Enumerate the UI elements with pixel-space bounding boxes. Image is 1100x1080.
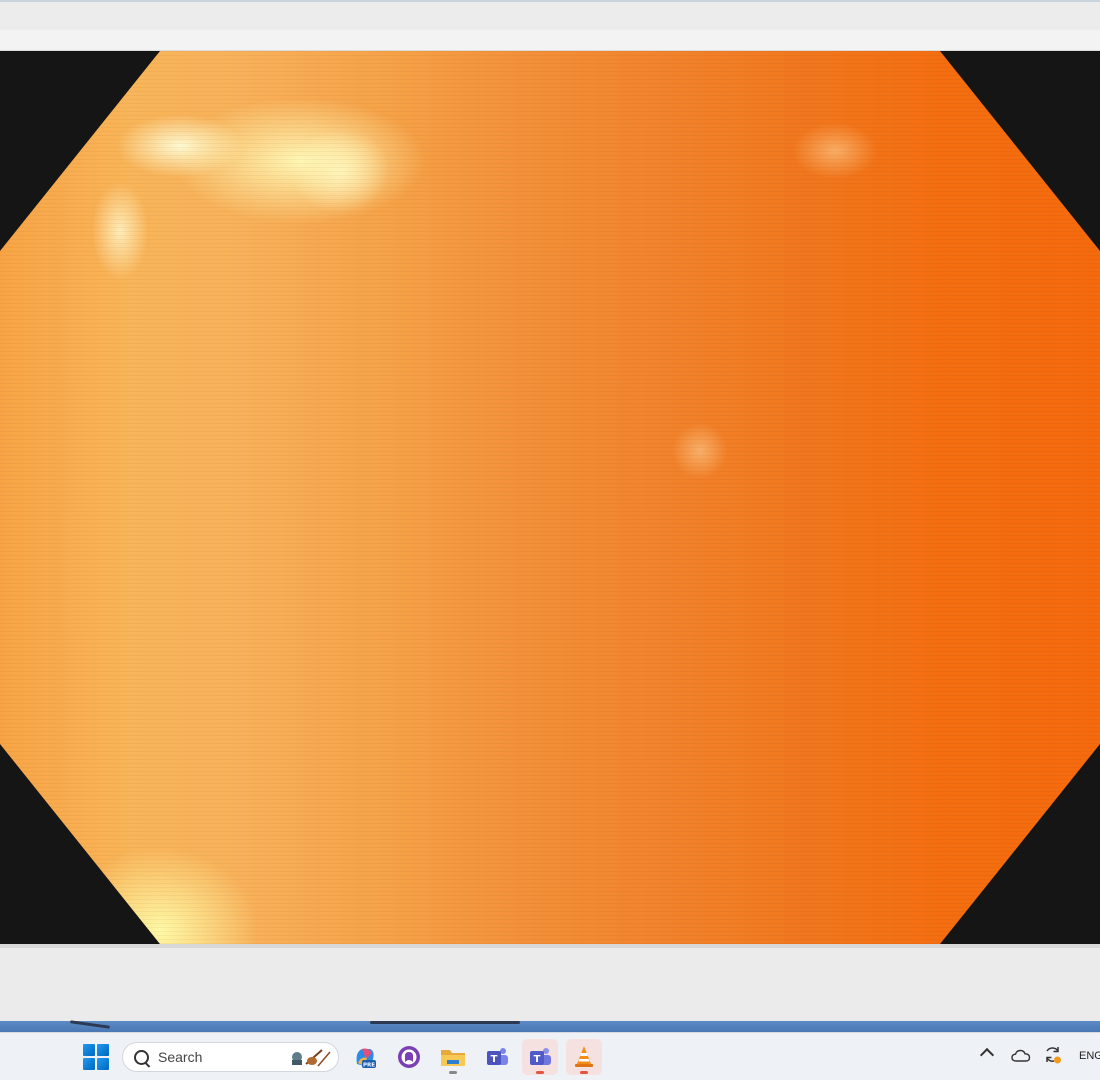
running-indicator (580, 1071, 588, 1074)
sync-icon[interactable] (1043, 1045, 1063, 1065)
taskbar-app-copilot[interactable]: PRE (347, 1039, 383, 1075)
desktop-wallpaper-strip (0, 1021, 1100, 1032)
windows-logo-icon (83, 1044, 95, 1056)
windows-logo-icon (97, 1058, 109, 1070)
taskbar-app-teams-classic[interactable]: T (479, 1039, 515, 1075)
taskbar-app-github[interactable] (391, 1039, 427, 1075)
desktop-screen: Search PRE T T ENG (0, 0, 1100, 1080)
running-indicator (449, 1071, 457, 1074)
svg-text:T: T (534, 1054, 541, 1065)
window-title-bar[interactable] (0, 0, 1100, 30)
teams-icon: T (487, 1048, 508, 1065)
video-viewport[interactable] (0, 51, 1100, 944)
windows-logo-icon (97, 1044, 109, 1056)
search-highlight-icon (292, 1049, 331, 1067)
folder-icon (441, 1050, 465, 1066)
input-language-indicator[interactable]: ENG (1079, 1050, 1100, 1062)
window-menu-bar[interactable] (0, 30, 1100, 51)
windows-logo-icon (83, 1058, 95, 1070)
start-button[interactable] (83, 1044, 109, 1070)
search-label: Search (158, 1049, 203, 1065)
video-scanlines (0, 51, 1100, 944)
copilot-pre-badge: PRE (363, 1062, 375, 1068)
onedrive-cloud-icon[interactable] (1011, 1048, 1031, 1064)
taskbar-app-teams[interactable]: T (522, 1039, 558, 1075)
vlc-cone-icon (575, 1046, 593, 1067)
teams-icon: T (530, 1048, 551, 1065)
svg-text:T: T (491, 1054, 498, 1065)
taskbar-app-vlc[interactable] (566, 1039, 602, 1075)
playback-controls-panel[interactable] (0, 944, 1100, 1021)
github-icon (398, 1046, 420, 1068)
copilot-icon: PRE (356, 1048, 376, 1068)
running-indicator (536, 1071, 544, 1074)
taskbar-search-box[interactable]: Search (122, 1042, 339, 1072)
taskbar: Search PRE T T ENG (0, 1032, 1100, 1080)
show-hidden-icons-chevron-icon[interactable] (979, 1047, 995, 1063)
taskbar-app-file-explorer[interactable] (435, 1039, 471, 1075)
search-icon (134, 1050, 149, 1065)
